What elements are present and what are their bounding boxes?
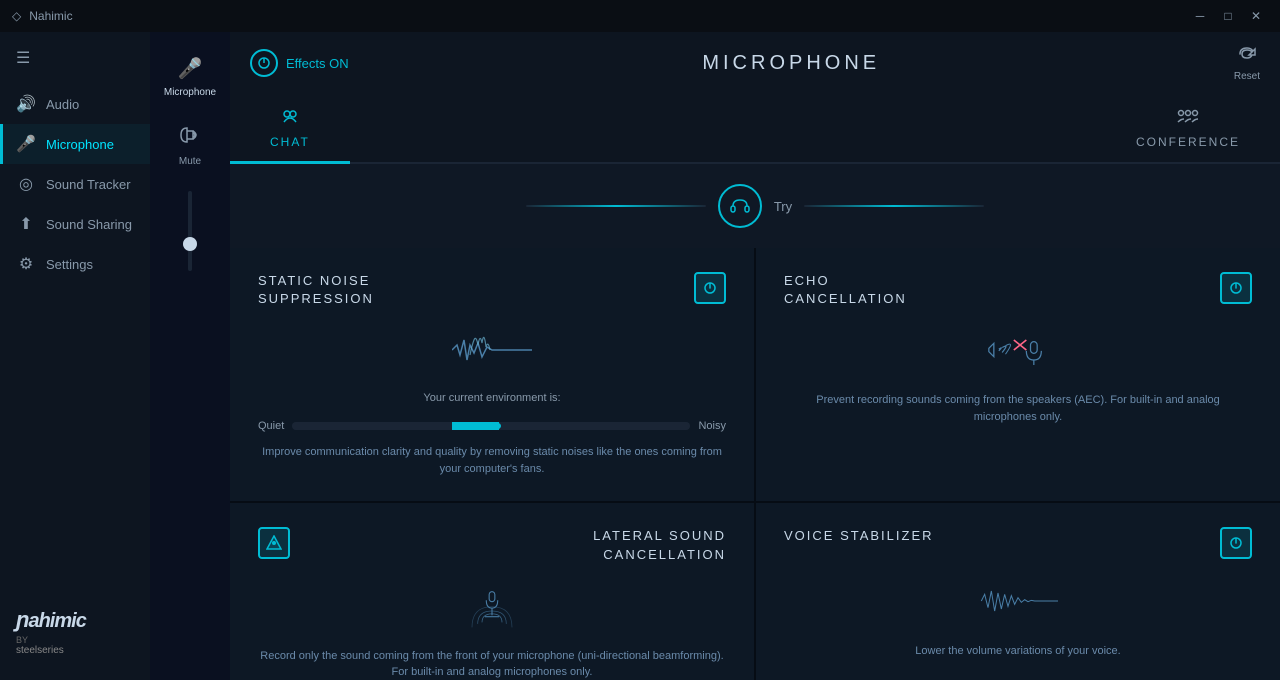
feature-echo-cancellation: ECHOCANCELLATION [756, 248, 1280, 501]
try-line-right [804, 205, 984, 207]
volume-slider-container [188, 191, 192, 271]
close-button[interactable]: ✕ [1244, 4, 1268, 28]
maximize-button[interactable]: □ [1216, 4, 1240, 28]
noise-slider-row: Quiet Noisy [258, 420, 726, 432]
audio-icon: 🔊 [16, 94, 36, 114]
lateral-visual [258, 576, 726, 636]
try-line-left [526, 205, 706, 207]
quiet-label: Quiet [258, 420, 284, 432]
conference-tab-icon [1175, 106, 1201, 129]
voice-power-button[interactable] [1220, 527, 1252, 559]
microphone-sidebar-icon: 🎤 [16, 134, 36, 154]
device-mic-icon: 🎤 [178, 56, 203, 81]
reset-icon [1237, 44, 1257, 67]
device-mic-label: Microphone [164, 87, 216, 98]
hamburger-icon: ☰ [16, 50, 30, 67]
device-mute-icon [179, 126, 201, 150]
volume-slider[interactable] [188, 191, 192, 271]
sound-sharing-icon: ⬆ [16, 214, 36, 234]
tab-conference[interactable]: CONFERENCE [1096, 94, 1280, 164]
noise-slider-progress [452, 422, 500, 430]
features-grid: STATIC NOISESUPPRESSION Your [230, 248, 1280, 680]
voice-description: Lower the volume variations of your voic… [784, 643, 1252, 660]
feature-lateral-sound: LATERAL SOUNDCANCELLATION [230, 503, 754, 680]
main-content: Effects ON MICROPHONE Reset [230, 32, 1280, 680]
lateral-header: LATERAL SOUNDCANCELLATION [258, 527, 726, 563]
tab-spacer [350, 94, 1096, 162]
sidebar-label-settings: Settings [46, 257, 93, 272]
sidebar-label-sound-tracker: Sound Tracker [46, 177, 131, 192]
main-header: Effects ON MICROPHONE Reset [230, 32, 1280, 94]
feature-static-noise: STATIC NOISESUPPRESSION Your [230, 248, 754, 501]
chat-tab-icon [279, 106, 301, 129]
try-label: Try [774, 199, 792, 214]
voice-header: VOICE STABILIZER [784, 527, 1252, 559]
try-area: Try [230, 164, 1280, 248]
minimize-button[interactable]: ─ [1188, 4, 1212, 28]
titlebar-controls: ─ □ ✕ [1188, 4, 1268, 28]
logo-partner: steelseries [16, 645, 134, 656]
titlebar: ◇ Nahimic ─ □ ✕ [0, 0, 1280, 32]
sidebar-item-settings[interactable]: ⚙ Settings [0, 244, 150, 284]
device-panel: 🎤 Microphone Mute [150, 32, 230, 680]
sidebar-item-sound-sharing[interactable]: ⬆ Sound Sharing [0, 204, 150, 244]
effects-power-icon [250, 49, 278, 77]
lateral-power-button[interactable] [258, 527, 290, 559]
noise-slider-thumb [495, 423, 501, 429]
sidebar-label-audio: Audio [46, 97, 79, 112]
settings-icon: ⚙ [16, 254, 36, 274]
lateral-description: Record only the sound coming from the fr… [258, 648, 726, 680]
sidebar-item-audio[interactable]: 🔊 Audio [0, 84, 150, 124]
feature-voice-stabilizer: VOICE STABILIZER Lower the volume varia [756, 503, 1280, 680]
try-button[interactable] [718, 184, 762, 228]
logo-brand: ɲahimic [16, 607, 134, 633]
tabs-bar: CHAT CONFERENCE [230, 94, 1280, 164]
app-body: ☰ 🔊 Audio 🎤 Microphone ◎ Sound Tracker ⬆… [0, 32, 1280, 680]
static-noise-title: STATIC NOISESUPPRESSION [258, 272, 374, 308]
logo-by: BY [16, 635, 134, 645]
static-noise-visual [258, 320, 726, 380]
app-icon: ◇ [12, 9, 21, 23]
headphone-icon [730, 196, 750, 216]
reset-label: Reset [1234, 71, 1260, 82]
echo-title: ECHOCANCELLATION [784, 272, 907, 308]
echo-header: ECHOCANCELLATION [784, 272, 1252, 308]
sidebar-label-microphone: Microphone [46, 137, 114, 152]
titlebar-left: ◇ Nahimic [12, 9, 73, 23]
tab-chat[interactable]: CHAT [230, 94, 350, 164]
effects-button[interactable]: Effects ON [250, 49, 349, 77]
voice-title: VOICE STABILIZER [784, 527, 934, 545]
effects-label: Effects ON [286, 56, 349, 71]
echo-power-button[interactable] [1220, 272, 1252, 304]
static-noise-description: Improve communication clarity and qualit… [258, 444, 726, 477]
sidebar-item-sound-tracker[interactable]: ◎ Sound Tracker [0, 164, 150, 204]
tab-chat-label: CHAT [270, 135, 310, 149]
reset-button[interactable]: Reset [1234, 44, 1260, 82]
app-title: Nahimic [29, 9, 72, 23]
tab-conference-label: CONFERENCE [1136, 135, 1240, 149]
noisy-label: Noisy [698, 420, 726, 432]
device-microphone[interactable]: 🎤 Microphone [160, 48, 220, 106]
sidebar-label-sound-sharing: Sound Sharing [46, 217, 132, 232]
page-title: MICROPHONE [365, 52, 1218, 75]
static-noise-header: STATIC NOISESUPPRESSION [258, 272, 726, 308]
sound-tracker-icon: ◎ [16, 174, 36, 194]
sidebar-item-microphone[interactable]: 🎤 Microphone [0, 124, 150, 164]
sidebar: ☰ 🔊 Audio 🎤 Microphone ◎ Sound Tracker ⬆… [0, 32, 150, 680]
device-mute-label: Mute [179, 156, 201, 167]
active-indicator [0, 124, 3, 164]
echo-visual [784, 320, 1252, 380]
noise-slider-track[interactable] [292, 422, 690, 430]
device-mute[interactable]: Mute [175, 118, 205, 175]
lateral-title: LATERAL SOUNDCANCELLATION [593, 527, 726, 563]
voice-visual [784, 571, 1252, 631]
noise-env-label: Your current environment is: [258, 392, 726, 404]
sidebar-logo: ɲahimic BY steelseries [0, 591, 150, 672]
static-noise-power-button[interactable] [694, 272, 726, 304]
hamburger-menu[interactable]: ☰ [0, 40, 150, 84]
echo-description: Prevent recording sounds coming from the… [784, 392, 1252, 425]
